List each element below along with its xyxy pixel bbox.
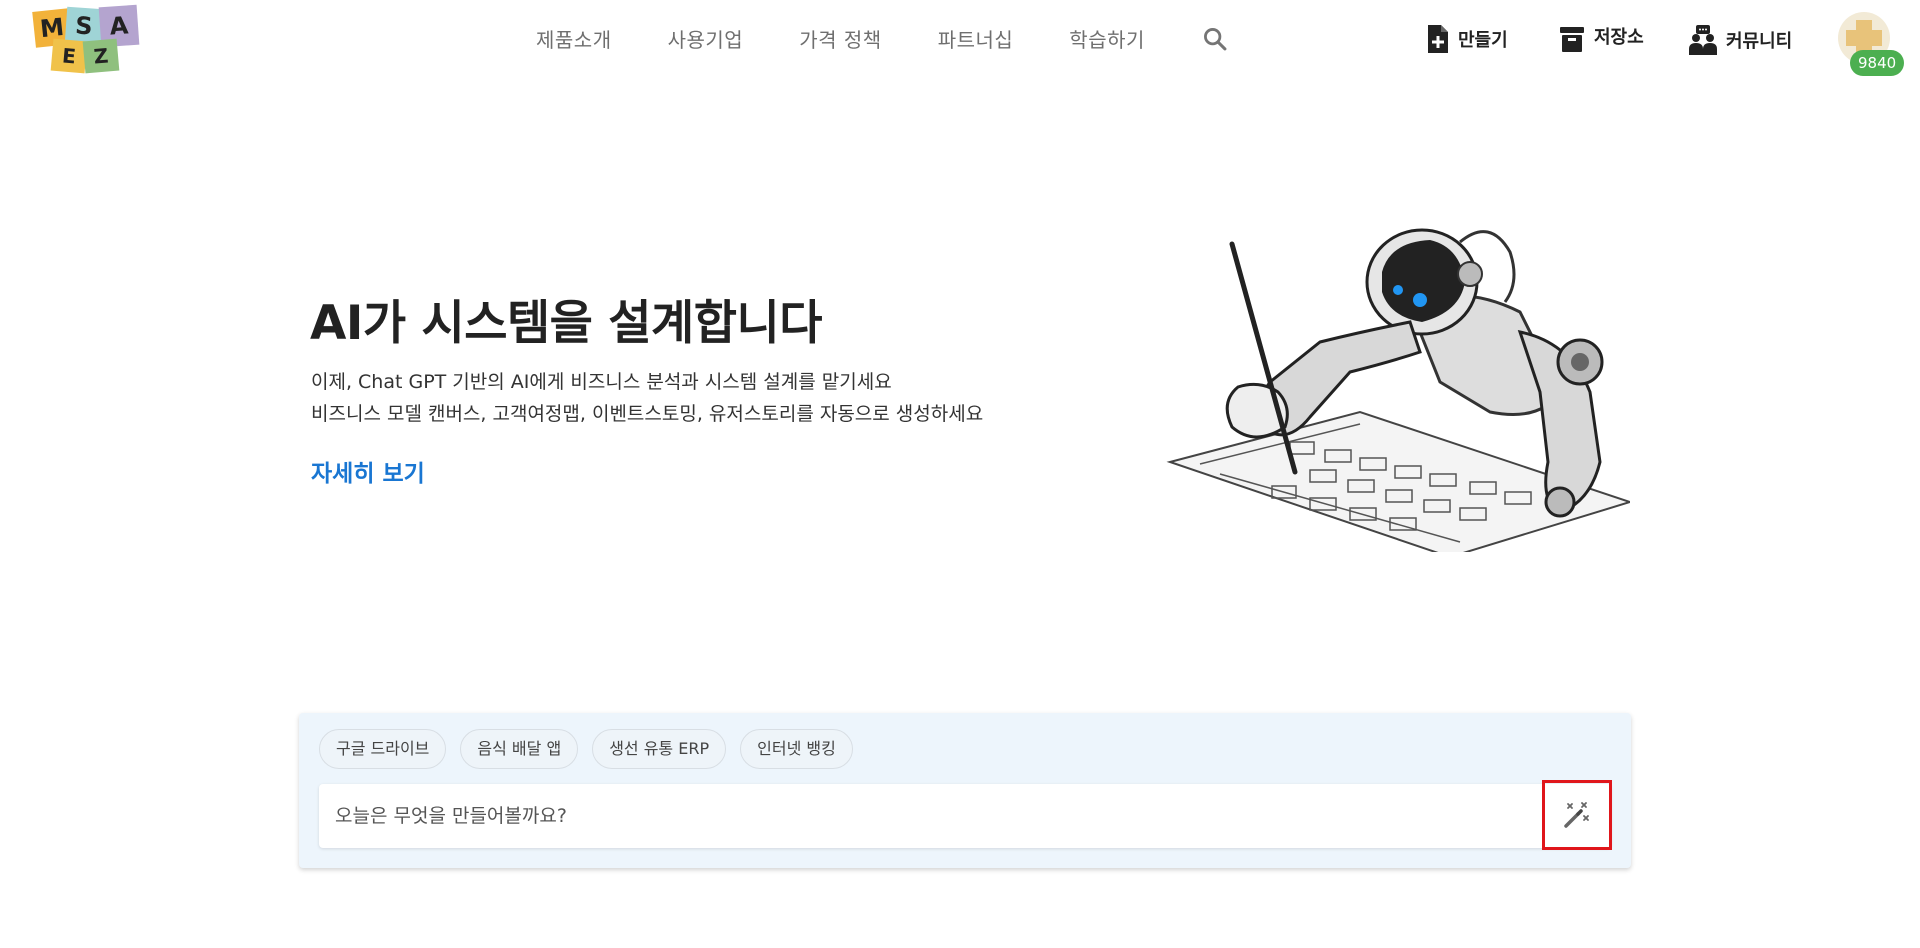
magic-wand-icon <box>1564 802 1589 828</box>
logo-tile-e: E <box>50 38 88 74</box>
robot-illustration <box>1166 228 1630 552</box>
learn-more-link[interactable]: 자세히 보기 <box>311 454 425 488</box>
nav-product[interactable]: 제품소개 <box>536 24 612 53</box>
create-button[interactable]: 만들기 <box>1426 24 1508 54</box>
hero-description-line-1: 이제, Chat GPT 기반의 AI에게 비즈니스 분석과 시스템 설계를 맡… <box>311 371 892 393</box>
search-icon[interactable] <box>1201 25 1229 53</box>
storage-button[interactable]: 저장소 <box>1558 24 1644 54</box>
nav-partnership[interactable]: 파트너십 <box>938 24 1014 53</box>
logo-tile-z: Z <box>82 38 120 74</box>
chip-google-drive[interactable]: 구글 드라이브 <box>319 729 447 769</box>
community-button[interactable]: 커뮤니티 <box>1688 24 1792 56</box>
archive-icon <box>1560 27 1584 52</box>
new-file-icon <box>1428 25 1448 53</box>
top-header: M S A E Z 제품소개 사용기업 가격 정책 파트너십 학습하기 만들기 <box>0 0 1920 84</box>
community-label: 커뮤니티 <box>1726 31 1793 52</box>
nav-customers[interactable]: 사용기업 <box>668 24 744 53</box>
generate-button[interactable] <box>1542 780 1612 850</box>
hero-description-line-2: 비즈니스 모델 캔버스, 고객여정맵, 이벤트스토밍, 유저스토리를 자동으로 … <box>311 403 984 425</box>
nav-learning[interactable]: 학습하기 <box>1069 24 1145 53</box>
prompt-panel: 구글 드라이브 음식 배달 앱 생선 유통 ERP 인터넷 뱅킹 <box>299 713 1631 868</box>
main-nav: 제품소개 사용기업 가격 정책 파트너십 학습하기 <box>536 24 1229 53</box>
credit-badge: 9840 <box>1850 50 1905 76</box>
prompt-input[interactable] <box>335 784 1515 848</box>
chip-food-delivery-app[interactable]: 음식 배달 앱 <box>460 729 579 769</box>
create-label: 만들기 <box>1458 30 1508 51</box>
chip-internet-banking[interactable]: 인터넷 뱅킹 <box>740 729 853 769</box>
msaez-logo[interactable]: M S A E Z <box>32 4 156 74</box>
suggestion-chips: 구글 드라이브 음식 배달 앱 생선 유통 ERP 인터넷 뱅킹 <box>319 729 867 769</box>
nav-pricing[interactable]: 가격 정책 <box>799 24 881 53</box>
storage-label: 저장소 <box>1594 27 1644 48</box>
prompt-box <box>319 784 1611 848</box>
community-icon <box>1689 25 1717 55</box>
hero-title: AI가 시스템을 설계합니다 <box>310 296 823 351</box>
chip-fish-distribution-erp[interactable]: 생선 유통 ERP <box>592 729 727 769</box>
